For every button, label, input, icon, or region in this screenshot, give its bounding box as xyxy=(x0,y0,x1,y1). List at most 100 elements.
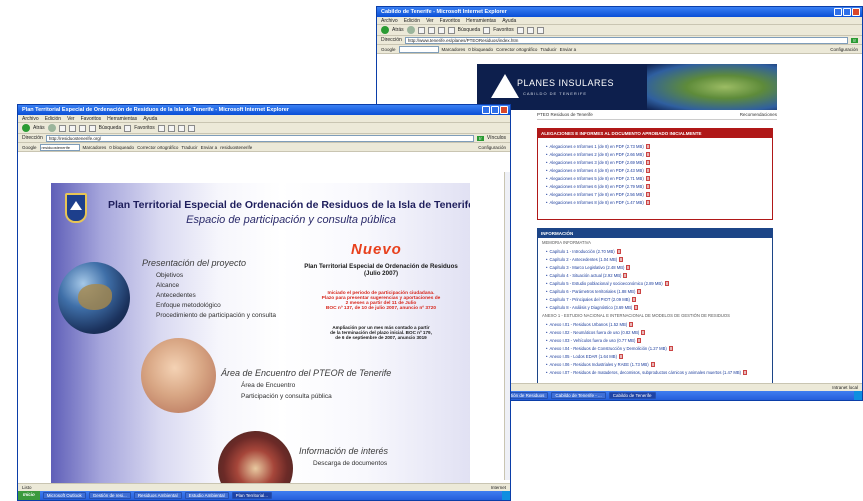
menu-archivo[interactable]: Archivo xyxy=(22,116,39,122)
search-icon[interactable] xyxy=(88,124,96,132)
section-informacion-title[interactable]: Información de interés xyxy=(299,446,388,456)
menu-herramientas[interactable]: Herramientas xyxy=(107,116,137,122)
minimize-icon[interactable] xyxy=(482,106,490,114)
back-button-label[interactable]: Atrás xyxy=(392,27,404,33)
list-item[interactable]: Alegaciones e Informes 5 (de 8) en PDF (… xyxy=(538,174,772,182)
list-item[interactable]: Capítulo 5 - Estudio poblacional y socio… xyxy=(538,279,772,287)
menu-ver[interactable]: Ver xyxy=(67,116,75,122)
list-item[interactable]: Capítulo 1 - Introducción (2.70 MB) xyxy=(538,247,772,255)
google-send[interactable]: Enviar a xyxy=(560,47,577,52)
taskbar-item[interactable]: Cabildo de Tenerife xyxy=(608,392,656,399)
go-button[interactable]: Ir xyxy=(477,135,484,141)
taskbar-item[interactable]: Plan Territorial... xyxy=(231,492,273,499)
back-arrow-icon[interactable] xyxy=(22,124,30,132)
star-icon[interactable] xyxy=(124,124,132,132)
list-item[interactable]: Alegaciones e Informes 8 (de 8) en PDF (… xyxy=(538,198,772,206)
menu-ver[interactable]: Ver xyxy=(426,18,434,24)
link-antecedentes[interactable]: Antecedentes xyxy=(156,292,196,299)
list-item[interactable]: Capítulo 2 - Antecedentes (1.04 MB) xyxy=(538,255,772,263)
list-item[interactable]: Capítulo 7 - Principales del PIOT (2.09 … xyxy=(538,295,772,303)
start-button[interactable]: Inicio xyxy=(18,491,40,500)
google-spellcheck[interactable]: Corrector ortográfico xyxy=(496,47,537,52)
print-icon[interactable] xyxy=(536,26,544,34)
list-item[interactable]: Capítulo 4 - Situación actual (2.92 MB) xyxy=(538,271,772,279)
menu-ayuda[interactable]: Ayuda xyxy=(502,18,516,24)
list-item[interactable]: Anexo I.01 - Residuos Urbanos (1.52 MB) xyxy=(538,320,772,328)
list-item[interactable]: Anexo I.05 - Lodos EDAR (1.64 MB) xyxy=(538,352,772,360)
mail-icon[interactable] xyxy=(167,124,175,132)
taskbar-item[interactable]: Gestión de resi... xyxy=(88,492,131,499)
star-icon[interactable] xyxy=(483,26,491,34)
history-icon[interactable] xyxy=(516,26,524,34)
list-item[interactable]: Capítulo 8 - Análisis y Diagnóstico (3.6… xyxy=(538,303,772,311)
back-arrow-icon[interactable] xyxy=(381,26,389,34)
list-item[interactable]: Capítulo 6 - Parámetros territoriales (1… xyxy=(538,287,772,295)
taskbar-item[interactable]: Cabildo de Tenerife - ... xyxy=(551,392,606,399)
address-input[interactable]: http://www.tenerife.es/planes/PTEOResidu… xyxy=(404,36,849,44)
favorites-button-label[interactable]: Favoritos xyxy=(493,27,514,33)
address-input[interactable]: http://residuostenerife.org/ xyxy=(45,134,475,142)
google-highlight[interactable]: residuostenerife xyxy=(220,145,252,150)
list-item[interactable]: Capítulo 3 - Marco Legislativo (2.48 MB) xyxy=(538,263,772,271)
list-item[interactable]: Anexo I.06 - Residuos Industriales y RAE… xyxy=(538,360,772,368)
google-search-input[interactable] xyxy=(398,45,439,53)
home-icon[interactable] xyxy=(437,26,445,34)
link-objetivos[interactable]: Objetivos xyxy=(156,272,183,279)
link-alcance[interactable]: Alcance xyxy=(156,282,179,289)
search-button-label[interactable]: Búsqueda xyxy=(99,125,122,131)
links-label[interactable]: Vínculos xyxy=(487,135,506,141)
section-encuentro-title[interactable]: Área de Encuentro del PTEOR de Tenerife xyxy=(221,368,391,378)
refresh-icon[interactable] xyxy=(68,124,76,132)
google-blocked[interactable]: 0 bloqueado xyxy=(468,47,493,52)
menu-ayuda[interactable]: Ayuda xyxy=(143,116,157,122)
favorites-button-label[interactable]: Favoritos xyxy=(134,125,155,131)
minimize-icon[interactable] xyxy=(834,8,842,16)
taskbar-item[interactable]: Residuos Ambiental xyxy=(133,492,182,499)
google-blocked[interactable]: 0 bloqueado xyxy=(109,145,134,150)
google-spellcheck[interactable]: Corrector ortográfico xyxy=(137,145,178,150)
google-bookmarks[interactable]: Marcadores xyxy=(442,47,466,52)
mail-icon[interactable] xyxy=(526,26,534,34)
google-search-input[interactable]: residuostenerife xyxy=(39,143,80,151)
list-item[interactable]: Alegaciones e Informes 7 (de 8) en PDF (… xyxy=(538,190,772,198)
menu-edicion[interactable]: Edición xyxy=(404,18,420,24)
front-window-titlebar[interactable]: Plan Territorial Especial de Ordenación … xyxy=(18,105,510,115)
menu-favoritos[interactable]: Favoritos xyxy=(440,18,461,24)
refresh-icon[interactable] xyxy=(427,26,435,34)
menu-archivo[interactable]: Archivo xyxy=(381,18,398,24)
front-browser-window[interactable]: Plan Territorial Especial de Ordenación … xyxy=(17,104,511,501)
history-icon[interactable] xyxy=(157,124,165,132)
taskbar-item[interactable]: Microsoft Outlook xyxy=(42,492,86,499)
link-participacion[interactable]: Participación y consulta pública xyxy=(241,393,332,400)
list-item[interactable]: Alegaciones e Informes 4 (de 8) en PDF (… xyxy=(538,166,772,174)
list-item[interactable]: Alegaciones e Informes 2 (de 8) en PDF (… xyxy=(538,150,772,158)
back-window-titlebar[interactable]: Cabildo de Tenerife - Microsoft Internet… xyxy=(377,7,862,17)
vertical-scrollbar[interactable] xyxy=(504,172,510,480)
link-procedimiento[interactable]: Procedimiento de participación y consult… xyxy=(156,312,276,319)
maximize-icon[interactable] xyxy=(491,106,499,114)
menu-favoritos[interactable]: Favoritos xyxy=(81,116,102,122)
google-bookmarks[interactable]: Marcadores xyxy=(83,145,107,150)
list-item[interactable]: Anexo I.07 - Residuos de mataderos, deco… xyxy=(538,368,772,376)
menu-edicion[interactable]: Edición xyxy=(45,116,61,122)
forward-arrow-icon[interactable] xyxy=(406,26,415,34)
link-enfoque[interactable]: Enfoque metodológico xyxy=(156,302,221,309)
google-translate[interactable]: Traducir xyxy=(540,47,556,52)
go-button[interactable]: Ir xyxy=(851,37,858,43)
search-icon[interactable] xyxy=(447,26,455,34)
search-button-label[interactable]: Búsqueda xyxy=(458,27,481,33)
print-icon[interactable] xyxy=(177,124,185,132)
stop-icon[interactable] xyxy=(58,124,66,132)
menu-herramientas[interactable]: Herramientas xyxy=(466,18,496,24)
list-item[interactable]: Anexo I.02 - Neumáticos fuera de uso (0.… xyxy=(538,328,772,336)
folder-icon[interactable] xyxy=(187,124,195,132)
link-descarga[interactable]: Descarga de documentos xyxy=(313,460,387,467)
link-area-encuentro[interactable]: Área de Encuentro xyxy=(241,382,295,389)
breadcrumb-left[interactable]: PTEO Residuos de Tenerife xyxy=(537,112,593,117)
list-item[interactable]: Alegaciones e Informes 1 (de 8) en PDF (… xyxy=(538,142,772,150)
list-item[interactable]: Anexo I.03 - Vehículos fuera de uso (0.7… xyxy=(538,336,772,344)
list-item[interactable]: Anexo I.04 - Residuos de Construcción y … xyxy=(538,344,772,352)
section-presentacion-title[interactable]: Presentación del proyecto xyxy=(142,258,246,268)
google-settings[interactable]: Configuración xyxy=(478,145,506,150)
breadcrumb-right[interactable]: Recomendaciones xyxy=(740,112,777,117)
